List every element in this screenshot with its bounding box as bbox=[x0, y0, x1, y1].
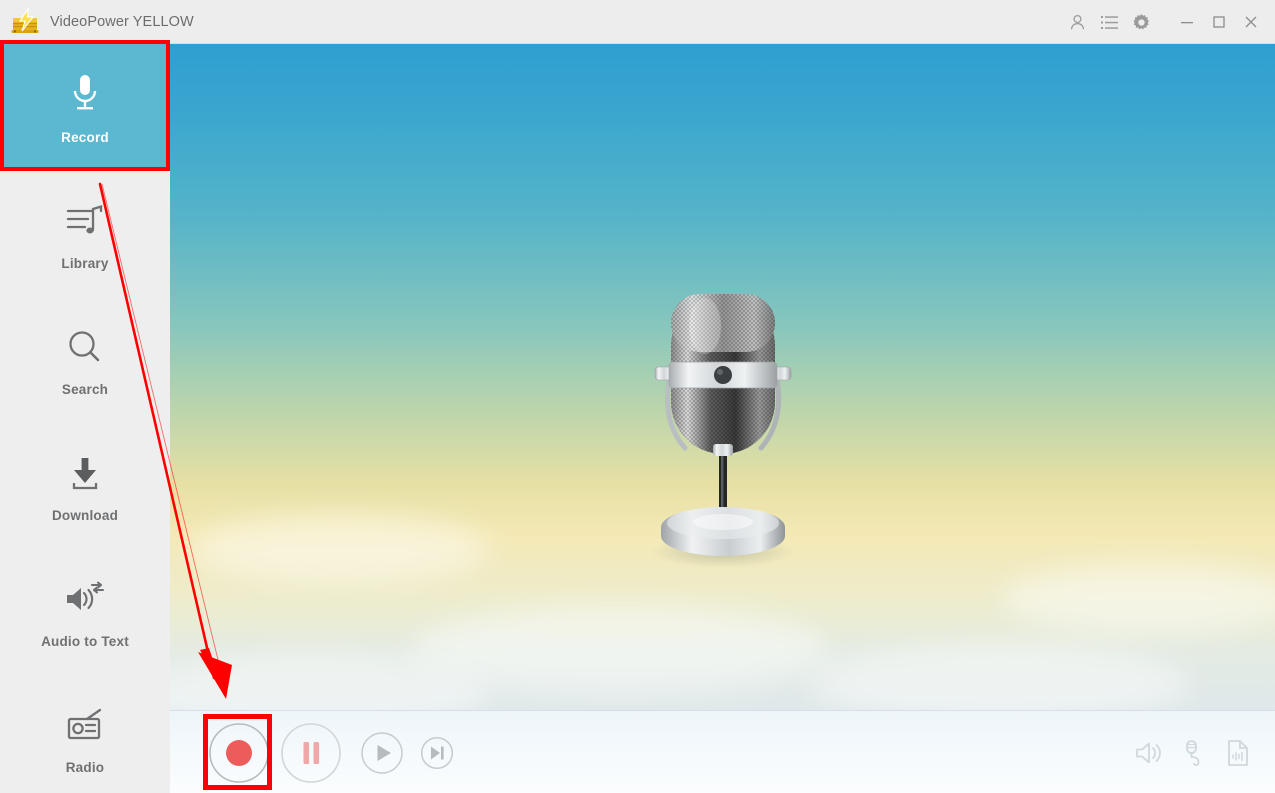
maximize-icon[interactable] bbox=[1203, 6, 1235, 38]
download-icon bbox=[65, 448, 105, 494]
sidebar-item-label: Download bbox=[51, 507, 119, 523]
sidebar-item-library[interactable]: Library bbox=[0, 170, 170, 296]
cloud-decoration bbox=[190, 514, 490, 584]
sidebar-item-label: Search bbox=[61, 381, 109, 397]
sidebar-item-audio-to-text[interactable]: Audio to Text bbox=[0, 548, 170, 674]
sidebar: Record Library Search Download Audio to … bbox=[0, 44, 170, 793]
sidebar-item-record[interactable]: Record bbox=[0, 44, 170, 170]
radio-icon bbox=[63, 700, 107, 746]
music-list-icon bbox=[63, 196, 107, 242]
window-title: VideoPower YELLOW bbox=[50, 13, 194, 30]
list-icon[interactable] bbox=[1093, 6, 1125, 38]
record-button[interactable] bbox=[208, 722, 270, 784]
pause-button[interactable] bbox=[280, 722, 342, 784]
next-track-button[interactable] bbox=[420, 736, 454, 770]
account-icon[interactable] bbox=[1061, 6, 1093, 38]
microphone-plug-icon[interactable] bbox=[1181, 739, 1207, 767]
speaker-convert-icon bbox=[63, 574, 107, 620]
minimize-icon[interactable] bbox=[1171, 6, 1203, 38]
window-controls bbox=[1061, 0, 1267, 44]
app-window: VideoPower YELLOW Record Library Search … bbox=[0, 0, 1275, 793]
sidebar-item-label: Record bbox=[61, 129, 109, 145]
sidebar-item-label: Library bbox=[61, 255, 109, 271]
app-logo-icon bbox=[11, 7, 39, 33]
play-button[interactable] bbox=[360, 731, 404, 775]
sidebar-item-search[interactable]: Search bbox=[0, 296, 170, 422]
transport-controls bbox=[208, 711, 454, 793]
transport-bar bbox=[170, 710, 1275, 793]
cloud-decoration bbox=[810, 644, 1190, 710]
cloud-decoration bbox=[1000, 564, 1275, 634]
gear-icon[interactable] bbox=[1125, 6, 1157, 38]
main-stage bbox=[170, 44, 1275, 710]
microphone-icon bbox=[67, 70, 103, 116]
output-options bbox=[1135, 711, 1251, 793]
microphone-artwork bbox=[633, 284, 813, 574]
audio-file-icon[interactable] bbox=[1225, 739, 1251, 767]
search-icon bbox=[65, 322, 105, 368]
title-bar: VideoPower YELLOW bbox=[0, 0, 1275, 44]
sidebar-item-label: Audio to Text bbox=[41, 633, 129, 649]
sidebar-item-download[interactable]: Download bbox=[0, 422, 170, 548]
speaker-icon[interactable] bbox=[1135, 740, 1163, 766]
sidebar-item-radio[interactable]: Radio bbox=[0, 674, 170, 793]
sidebar-item-label: Radio bbox=[65, 759, 105, 775]
close-icon[interactable] bbox=[1235, 6, 1267, 38]
